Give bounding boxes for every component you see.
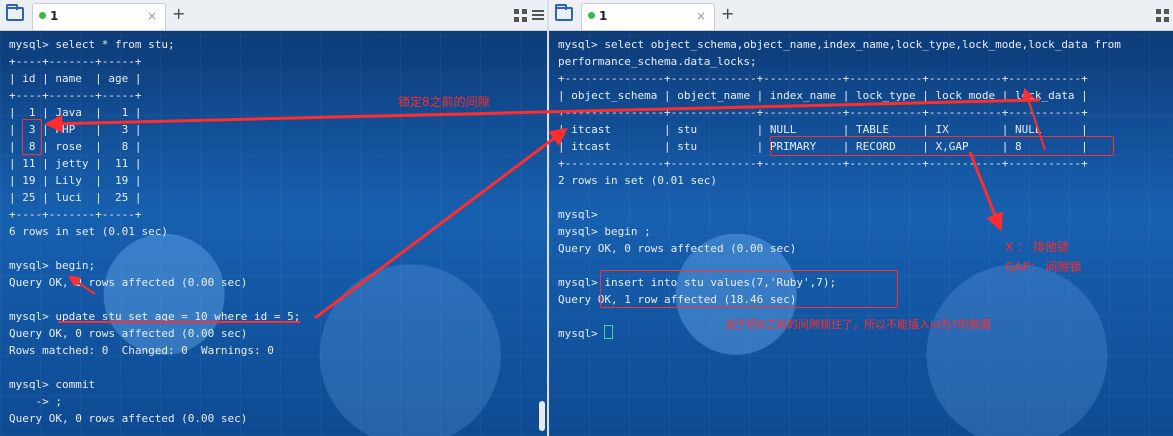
- terminal-line: Rows matched: 0 Changed: 0 Warnings: 0: [9, 344, 274, 357]
- left-terminal-output[interactable]: mysql> select * from stu; +----+-------+-…: [0, 31, 547, 436]
- highlight-insert: [600, 270, 898, 308]
- terminal-line: 6 rows in set (0.01 sec): [9, 225, 168, 238]
- right-terminal-output[interactable]: mysql> select object_schema,object_name,…: [549, 31, 1173, 436]
- terminal-line: 2 rows in set (0.01 sec): [558, 174, 717, 187]
- add-tab-icon[interactable]: +: [721, 4, 734, 23]
- terminal-line: mysql> begin ;: [558, 225, 651, 238]
- highlight-gap-lock-row: [770, 136, 1114, 156]
- terminal-line: Query OK, 0 rows affected (0.00 sec): [9, 412, 248, 425]
- close-tab-icon[interactable]: ×: [147, 4, 157, 28]
- terminal-line: mysql> select * from stu;: [9, 38, 175, 51]
- add-tab-icon[interactable]: +: [172, 4, 185, 23]
- folder-icon[interactable]: [555, 4, 573, 21]
- terminal-line: mysql> begin;: [9, 259, 96, 272]
- left-terminal-window: 1 192.168.200.202 × + mysql> select * fr…: [0, 0, 547, 436]
- terminal-line: mysql> update stu set age = 10 where id …: [9, 310, 301, 323]
- menu-icon[interactable]: [532, 9, 544, 21]
- grid-layout-icon[interactable]: [1156, 9, 1169, 22]
- terminal-line: | id | name | age |: [9, 72, 142, 85]
- grid-layout-icon[interactable]: [514, 9, 527, 22]
- annotation-x-meaning: X ： 排他锁: [1005, 240, 1069, 254]
- terminal-line: Query OK, 0 rows affected (0.00 sec): [558, 242, 797, 255]
- right-tab-bar: 1 192.168.200.202 × +: [549, 0, 1173, 47]
- terminal-cursor: [604, 325, 614, 339]
- terminal-line: mysql>: [558, 325, 614, 342]
- screenshot-root: 1 192.168.200.202 × + mysql> select * fr…: [0, 0, 1173, 436]
- terminal-line: +---------------+-------------+---------…: [558, 106, 1088, 119]
- terminal-line: +---------------+-------------+---------…: [558, 157, 1088, 170]
- scrollbar-thumb[interactable]: [539, 401, 545, 431]
- left-session-tab[interactable]: 1 192.168.200.202 ×: [32, 3, 166, 47]
- left-tab-bar: 1 192.168.200.202 × +: [0, 0, 547, 47]
- terminal-line: -> ;: [9, 395, 62, 408]
- terminal-line: performance_schema.data_locks;: [558, 55, 757, 68]
- connected-status-icon: [588, 12, 595, 19]
- terminal-line: mysql> commit: [9, 378, 96, 391]
- terminal-line: Query OK, 0 rows affected (0.00 sec): [9, 327, 248, 340]
- annotation-gap-meaning: GAP： 间隙锁: [1005, 260, 1082, 274]
- terminal-line: Query OK, 0 rows affected (0.00 sec): [9, 276, 248, 289]
- right-session-tab[interactable]: 1 192.168.200.202 ×: [581, 3, 715, 47]
- terminal-line: mysql> select object_schema,object_name,…: [558, 38, 1121, 51]
- terminal-line: +---------------+-------------+---------…: [558, 72, 1088, 85]
- annotation-gap-lock: 锁定8之前的间隙: [398, 95, 490, 109]
- terminal-line: +----+-------+-----+: [9, 89, 142, 102]
- terminal-line: | 19 | Lily | 19 |: [9, 174, 142, 187]
- terminal-line: | 25 | luci | 25 |: [9, 191, 142, 204]
- terminal-line: | 11 | jetty | 11 |: [9, 157, 142, 170]
- terminal-line: mysql>: [558, 208, 598, 221]
- highlight-ids-3-8: [22, 119, 42, 155]
- connected-status-icon: [39, 12, 46, 19]
- terminal-line: +----+-------+-----+: [9, 55, 142, 68]
- folder-icon[interactable]: [6, 4, 24, 21]
- terminal-line: +----+-------+-----+: [9, 208, 142, 221]
- close-tab-icon[interactable]: ×: [696, 4, 706, 28]
- annotation-explain: 由于把8之前的间隙锁住了，所以不能插入id为7的数据: [725, 318, 992, 331]
- terminal-line: | object_schema | object_name | index_na…: [558, 89, 1088, 102]
- right-terminal-window: 1 192.168.200.202 × + mysql> select obje…: [549, 0, 1173, 436]
